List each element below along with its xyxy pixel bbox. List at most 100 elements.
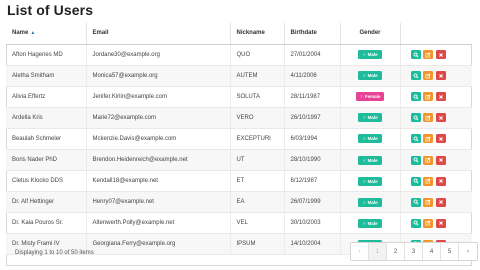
delete-button[interactable]	[435, 218, 446, 228]
cell-nickname: QUO	[230, 44, 285, 66]
edit-button[interactable]	[423, 176, 433, 186]
cell-birthdate: 14/10/2004	[284, 233, 341, 256]
view-button[interactable]	[410, 218, 421, 228]
cell-nickname: UT	[230, 149, 285, 172]
cell-name: Alivia Effertz	[6, 86, 87, 108]
pagination-next-button[interactable]: ›	[459, 243, 477, 260]
cell-birthdate: 30/10/2003	[284, 212, 341, 235]
edit-button[interactable]	[423, 113, 433, 123]
view-button[interactable]	[410, 71, 421, 81]
cell-gender: ♂Male	[340, 149, 401, 172]
table-row[interactable]: Beaulah Schmeler Mckenzie.Davis@example.…	[6, 128, 472, 150]
edit-button[interactable]	[423, 92, 433, 102]
delete-button[interactable]	[435, 197, 446, 207]
view-button[interactable]	[410, 92, 421, 102]
search-icon	[413, 178, 418, 184]
edit-button[interactable]	[423, 50, 433, 60]
close-icon	[438, 221, 443, 226]
gender-badge: ♂Male	[358, 134, 382, 144]
table-row[interactable]: Boris Nader PhD Brendon.Heidenreich@exam…	[6, 149, 472, 172]
cell-name: Boris Nader PhD	[6, 149, 87, 172]
view-button[interactable]	[410, 176, 421, 186]
table-row[interactable]: Ardella Kris Marie72@example.com VERO 26…	[6, 107, 472, 129]
column-header-birthdate[interactable]: Birthdate	[284, 23, 341, 45]
cell-gender: ♂Male	[340, 128, 401, 150]
edit-button[interactable]	[423, 155, 433, 165]
column-header-email[interactable]: Email	[86, 23, 231, 45]
cell-birthdate: 6/03/1994	[284, 128, 341, 150]
cell-gender: ♂Male	[340, 107, 401, 129]
cell-birthdate: 26/07/1999	[284, 191, 341, 214]
column-header-actions	[400, 23, 472, 45]
cell-nickname: ET	[230, 170, 285, 193]
column-header-name[interactable]: Name ▲	[6, 23, 87, 45]
cell-gender: ♂Male	[340, 191, 401, 214]
delete-button[interactable]	[435, 71, 446, 81]
cell-birthdate: 27/01/2004	[284, 44, 341, 66]
view-button[interactable]	[410, 155, 421, 165]
cell-name: Dr. Alf Hettinger	[6, 191, 87, 214]
cell-email: Altenwerth.Polly@example.net	[86, 212, 231, 235]
delete-button[interactable]	[435, 92, 446, 102]
cell-email: Jordane30@example.org	[86, 44, 231, 66]
cell-nickname: AUTEM	[230, 65, 285, 87]
delete-button[interactable]	[435, 134, 446, 144]
cell-name: Cletus Klocko DDS	[6, 170, 87, 193]
cell-email: Monica57@example.org	[86, 65, 231, 87]
edit-button[interactable]	[423, 134, 433, 144]
view-button[interactable]	[410, 134, 421, 144]
cell-email: Marie72@example.com	[86, 107, 231, 129]
close-icon	[438, 94, 443, 99]
view-button[interactable]	[410, 50, 421, 60]
cell-gender: ♀ Female	[340, 86, 401, 108]
table-row[interactable]: Dr. Alf Hettinger Henry07@example.net EA…	[6, 191, 472, 214]
mars-icon: ♂	[362, 157, 367, 164]
cell-actions	[400, 170, 472, 193]
edit-icon	[425, 51, 431, 57]
cell-nickname: VEL	[230, 212, 285, 235]
cell-gender: ♂Male	[340, 170, 401, 193]
mars-icon: ♂	[362, 52, 367, 59]
pagination-page-4[interactable]: 4	[423, 243, 441, 260]
delete-button[interactable]	[435, 155, 446, 165]
pagination-status: Displaying 1 to 10 of 50 items	[15, 250, 94, 256]
column-header-nickname[interactable]: Nickname	[230, 23, 285, 45]
cell-actions	[400, 107, 472, 129]
view-button[interactable]	[410, 197, 421, 207]
users-table: Name ▲ Email Nickname Birthdate Gender Af…	[6, 23, 472, 256]
gender-badge: ♂Male	[358, 113, 382, 123]
pagination-page-3[interactable]: 3	[405, 243, 423, 260]
table-row[interactable]: Aletha Smitham Monica57@example.org AUTE…	[6, 65, 472, 87]
mars-icon: ♂	[362, 220, 367, 227]
sort-up-icon: ▲	[30, 30, 36, 37]
pagination-prev-button[interactable]: ‹	[351, 243, 369, 260]
cell-email: Mckenzie.Davis@example.com	[86, 128, 231, 150]
search-icon	[413, 52, 418, 58]
table-row[interactable]: Alivia Effertz Jenifer.Kirlin@example.co…	[6, 86, 472, 108]
cell-birthdate: 28/11/1987	[284, 86, 341, 108]
cell-actions	[400, 128, 472, 150]
edit-icon	[425, 220, 431, 226]
delete-button[interactable]	[435, 176, 446, 186]
pagination-page-1[interactable]: 1	[369, 243, 387, 260]
delete-button[interactable]	[435, 50, 446, 60]
edit-button[interactable]	[423, 71, 433, 81]
close-icon	[438, 115, 443, 120]
pagination-page-5[interactable]: 5	[441, 243, 459, 260]
table-row[interactable]: Afton Hagenes MD Jordane30@example.org Q…	[6, 44, 472, 66]
cell-birthdate: 8/12/1987	[284, 170, 341, 193]
edit-button[interactable]	[423, 197, 433, 207]
edit-icon	[425, 94, 431, 100]
pagination-page-2[interactable]: 2	[387, 243, 405, 260]
table-row[interactable]: Cletus Klocko DDS Kendall18@example.net …	[6, 170, 472, 193]
column-header-gender[interactable]: Gender	[340, 23, 401, 45]
table-header-row: Name ▲ Email Nickname Birthdate Gender	[6, 23, 472, 45]
delete-button[interactable]	[435, 113, 446, 123]
table-row[interactable]: Dr. Kaia Pouros Sr. Altenwerth.Polly@exa…	[6, 212, 472, 235]
page-title: List of Users	[7, 2, 94, 18]
search-icon	[413, 136, 418, 142]
view-button[interactable]	[410, 113, 421, 123]
cell-email: Henry07@example.net	[86, 191, 231, 214]
edit-button[interactable]	[423, 218, 433, 228]
cell-name: Afton Hagenes MD	[6, 44, 87, 66]
